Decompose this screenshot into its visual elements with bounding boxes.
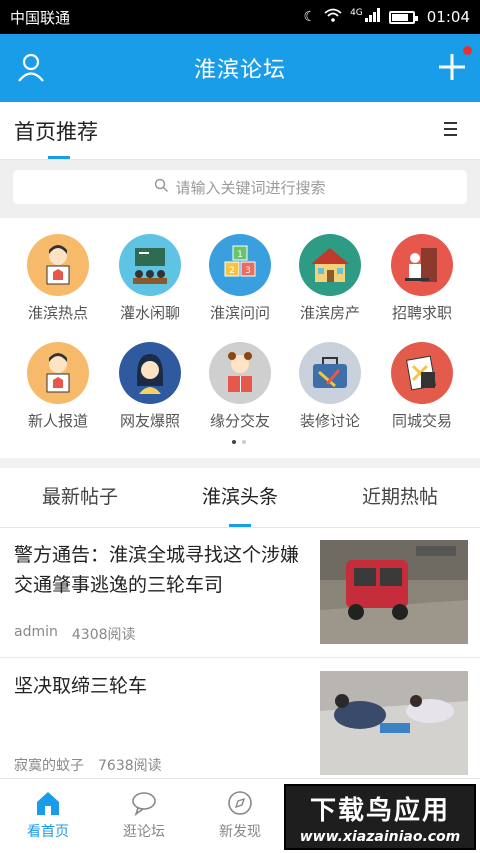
post-meta: admin 4308阅读: [14, 624, 136, 644]
carrier-name: 中国联通: [10, 8, 71, 27]
post-title: 坚决取缔三轮车: [14, 675, 148, 697]
post-author: admin: [14, 624, 58, 640]
category-item[interactable]: 123 淮滨问问: [194, 234, 286, 323]
category-item[interactable]: 淮滨房产: [284, 234, 376, 323]
office-worker-icon: [391, 234, 453, 296]
category-label: 网友爆照: [119, 412, 180, 430]
list-item[interactable]: 警方通告：淮滨全城寻找这个涉嫌交通肇事逃逸的三轮车司 admin 4308阅读: [0, 528, 480, 658]
section-underline: [48, 156, 70, 159]
person-sign-icon: [27, 342, 89, 404]
battery-icon: [388, 10, 418, 24]
svg-text:3: 3: [245, 266, 251, 276]
category-label: 缘分交友: [209, 412, 270, 430]
section-title: 首页推荐: [14, 120, 98, 144]
watermark-url: www.xiazainiao.com: [299, 829, 461, 845]
category-item[interactable]: 同城交易: [376, 342, 468, 431]
section-header: 首页推荐: [0, 102, 480, 160]
nav-forum[interactable]: 逛论坛: [96, 779, 192, 853]
post-meta: 寂寞的蚊子 7638阅读: [14, 755, 162, 775]
category-item[interactable]: 新人报道: [12, 342, 104, 431]
search-placeholder: 请输入关键词进行搜索: [175, 178, 326, 197]
chat-bubble-icon: [130, 789, 158, 817]
menu-icon[interactable]: [444, 122, 458, 138]
tab-headlines[interactable]: 淮滨头条: [160, 468, 320, 527]
clock: 01:04: [426, 8, 470, 26]
signal-icon: [364, 8, 381, 26]
person-sign-icon: [27, 234, 89, 296]
network-type: 4G: [350, 8, 363, 18]
category-item[interactable]: 装修讨论: [284, 342, 376, 431]
app-header: 淮滨论坛: [0, 34, 480, 102]
classroom-icon: [119, 234, 181, 296]
home-icon: [34, 789, 62, 817]
nav-home-label: 看首页: [27, 824, 69, 840]
search-bar-container: 请输入关键词进行搜索: [0, 160, 480, 218]
category-label: 同城交易: [391, 412, 452, 430]
svg-text:1: 1: [237, 250, 243, 260]
post-author: 寂寞的蚊子: [14, 758, 84, 774]
reader-girl-icon: [209, 342, 271, 404]
wifi-icon: [324, 8, 342, 26]
post-list: 警方通告：淮滨全城寻找这个涉嫌交通肇事逃逸的三轮车司 admin 4308阅读 …: [0, 528, 480, 778]
nav-discover[interactable]: 新发现: [192, 779, 288, 853]
notification-dot: [463, 46, 472, 55]
feed-tabs: 最新帖子 淮滨头条 近期热帖: [0, 468, 480, 528]
status-bar: 中国联通 ☾ 4G 01:04: [0, 0, 480, 34]
post-thumbnail: [320, 540, 468, 644]
toolbag-icon: [299, 342, 361, 404]
category-item[interactable]: 淮滨热点: [12, 234, 104, 323]
post-thumbnail: [320, 671, 468, 775]
category-label: 淮滨房产: [299, 304, 360, 322]
category-label: 新人报道: [27, 412, 88, 430]
page-indicator: [232, 440, 246, 444]
search-icon: [154, 178, 169, 197]
calculator-icon: [391, 342, 453, 404]
moon-icon: ☾: [303, 9, 317, 25]
category-label: 淮滨问问: [209, 304, 270, 322]
post-views: 4308阅读: [71, 627, 136, 643]
watermark-logo: 下载鸟应用 www.xiazainiao.com: [284, 784, 476, 850]
svg-text:2: 2: [229, 266, 235, 276]
tab-hot-posts[interactable]: 近期热帖: [320, 468, 480, 527]
category-item[interactable]: 缘分交友: [194, 342, 286, 431]
watermark-title: 下载鸟应用: [309, 796, 450, 826]
list-item[interactable]: 坚决取缔三轮车 寂寞的蚊子 7638阅读: [0, 659, 480, 778]
nav-forum-label: 逛论坛: [123, 824, 165, 840]
category-label: 淮滨热点: [27, 304, 88, 322]
tab-latest-posts[interactable]: 最新帖子: [0, 468, 160, 527]
nav-discover-label: 新发现: [219, 824, 261, 840]
category-item[interactable]: 灌水闲聊: [104, 234, 196, 323]
category-label: 装修讨论: [299, 412, 360, 430]
nav-home[interactable]: 看首页: [0, 779, 96, 853]
category-grid: 淮滨热点 灌水闲聊 123 淮滨问问 淮滨房产 招聘求职 新人报道 网友爆照 缘…: [0, 218, 480, 458]
blocks-icon: 123: [209, 234, 271, 296]
category-label: 招聘求职: [391, 304, 452, 322]
post-views: 7638阅读: [98, 758, 162, 774]
house-icon: [299, 234, 361, 296]
post-title: 警方通告：淮滨全城寻找这个涉嫌交通肇事逃逸的三轮车司: [14, 544, 300, 596]
user-icon[interactable]: [14, 50, 48, 84]
girl-icon: [119, 342, 181, 404]
category-item[interactable]: 网友爆照: [104, 342, 196, 431]
category-label: 灌水闲聊: [119, 304, 180, 322]
app-title: 淮滨论坛: [193, 58, 286, 83]
search-input[interactable]: 请输入关键词进行搜索: [13, 170, 467, 204]
category-item[interactable]: 招聘求职: [376, 234, 468, 323]
compass-icon: [226, 789, 254, 817]
